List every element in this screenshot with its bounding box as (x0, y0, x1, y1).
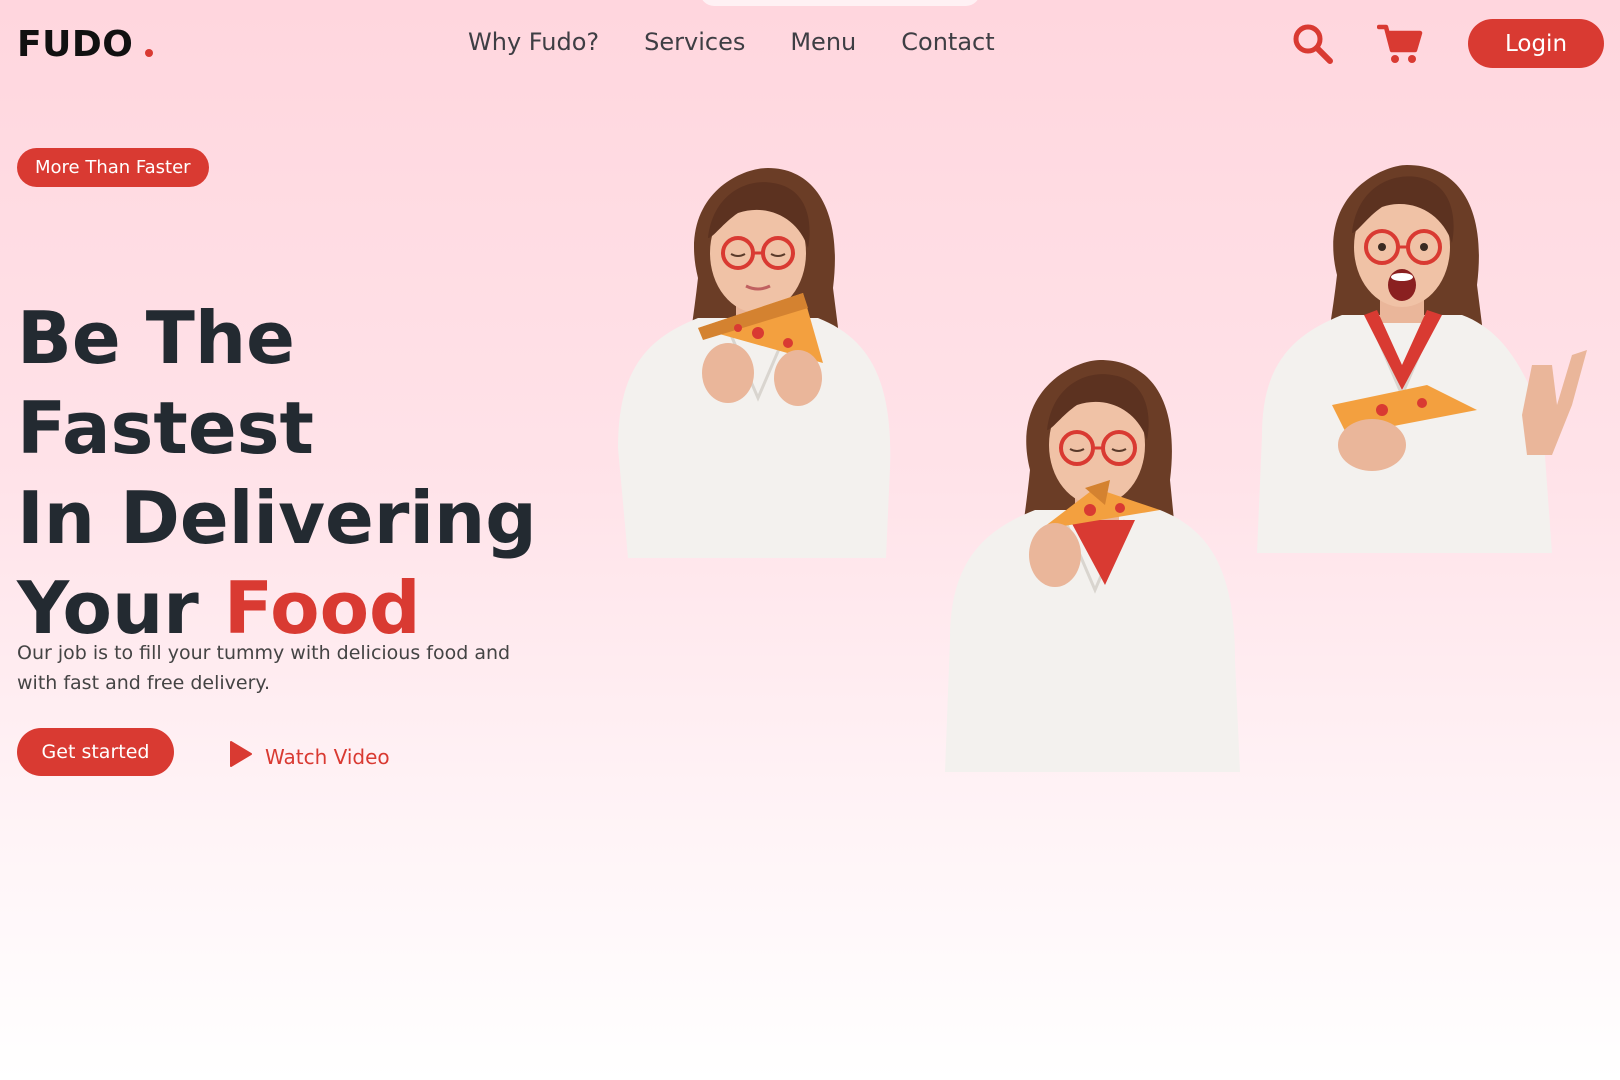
hero-badge: More Than Faster (17, 148, 209, 187)
get-started-button[interactable]: Get started (17, 728, 174, 776)
logo-dot (145, 49, 154, 57)
watch-video-label: Watch Video (265, 744, 390, 769)
watch-video-link[interactable]: Watch Video (229, 740, 390, 773)
hero-photo-excited-thumbs-up (1252, 165, 1620, 553)
nav-link-menu[interactable]: Menu (790, 28, 856, 56)
nav-link-services[interactable]: Services (644, 28, 745, 56)
hero-photo-eating-pizza (608, 168, 908, 558)
nav-link-why-fudo[interactable]: Why Fudo? (468, 28, 599, 56)
hero-headline: Be The Fastest In Delivering Your Food (17, 293, 577, 653)
hero-photo-biting-pizza (935, 360, 1255, 772)
search-icon[interactable] (1291, 22, 1335, 66)
main-nav: Why Fudo? Services Menu Contact (468, 28, 995, 56)
play-icon (229, 740, 253, 773)
nav-link-contact[interactable]: Contact (901, 28, 994, 56)
top-decoration (700, 0, 980, 6)
cart-icon[interactable] (1376, 22, 1423, 66)
brand-logo[interactable]: FUDO (17, 24, 154, 65)
headline-line-2: In Delivering (17, 476, 537, 560)
login-button[interactable]: Login (1468, 19, 1604, 68)
hero-description: Our job is to fill your tummy with delic… (17, 642, 511, 694)
headline-line-1: Be The Fastest (17, 296, 314, 470)
brand-name: FUDO (17, 24, 134, 65)
